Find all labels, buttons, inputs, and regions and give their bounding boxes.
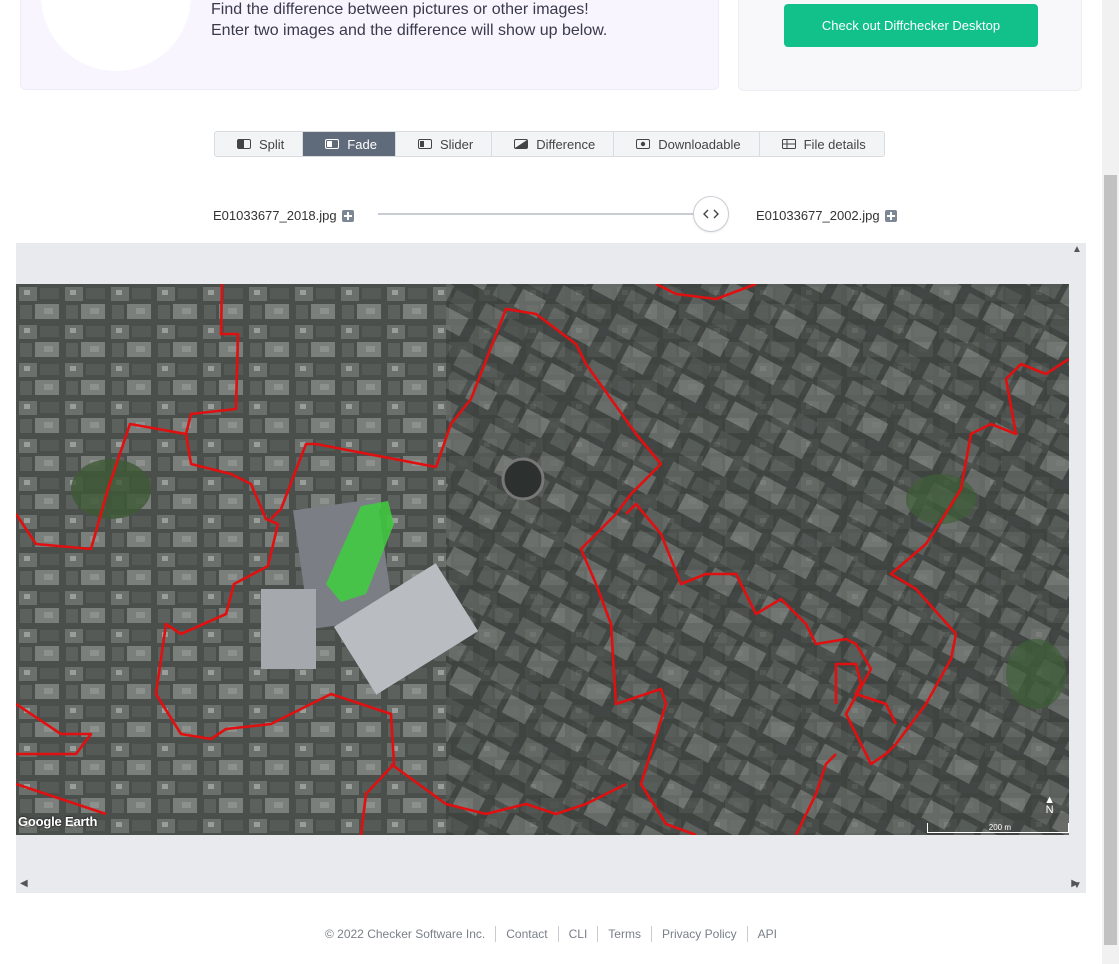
right-file: E01033677_2002.jpg xyxy=(756,208,897,223)
camera-icon xyxy=(636,139,651,149)
tab-label: Downloadable xyxy=(658,136,741,152)
tab-label: File details xyxy=(803,136,866,152)
tab-label: Split xyxy=(259,136,285,152)
scroll-right-icon[interactable]: ▶ xyxy=(1071,878,1079,889)
hero-panel: Find the difference between pictures or … xyxy=(20,0,719,90)
hero-line-1: Find the difference between pictures or … xyxy=(211,1,589,18)
tab-label: Slider xyxy=(439,136,474,152)
page-scrollbar-thumb[interactable] xyxy=(1104,175,1117,945)
add-image-icon[interactable] xyxy=(341,209,354,222)
tab-downloadable[interactable]: Downloadable xyxy=(614,132,760,156)
north-label: N xyxy=(1045,804,1054,816)
north-indicator: ▲ N xyxy=(1044,795,1055,816)
image-viewer[interactable]: Google Earth ▲ N 200 m ▲ ▼ ◀ ▶ xyxy=(16,243,1086,893)
footer-link-privacy[interactable]: Privacy Policy xyxy=(652,927,747,941)
page-footer: © 2022 Checker Software Inc. Contact CLI… xyxy=(0,926,1102,942)
difference-icon xyxy=(514,139,529,149)
hero-description: Find the difference between pictures or … xyxy=(211,0,607,41)
fade-slider-handle[interactable] xyxy=(693,196,729,232)
chevrons-horizontal-icon xyxy=(703,209,719,219)
fade-slider-track[interactable] xyxy=(378,213,710,215)
copyright-text: © 2022 Checker Software Inc. xyxy=(324,927,486,941)
right-file-name: E01033677_2002.jpg xyxy=(756,208,880,223)
tab-slider[interactable]: Slider xyxy=(396,132,493,156)
hero-illustration xyxy=(41,0,191,71)
map-attribution: Google Earth xyxy=(18,814,98,829)
tab-label: Fade xyxy=(347,136,377,152)
footer-link-cli[interactable]: CLI xyxy=(559,927,598,941)
slider-icon xyxy=(417,139,432,149)
footer-link-terms[interactable]: Terms xyxy=(598,927,651,941)
viewer-vertical-scrollbar[interactable]: ▲ ▼ xyxy=(1069,243,1086,891)
map-scale-label: 200 m xyxy=(988,823,1011,832)
left-file-name: E01033677_2018.jpg xyxy=(213,208,337,223)
tab-split[interactable]: Split xyxy=(215,132,304,156)
tab-fade[interactable]: Fade xyxy=(303,132,396,156)
desktop-promo-button[interactable]: Check out Diffchecker Desktop xyxy=(784,4,1038,47)
compared-image: Google Earth ▲ N 200 m xyxy=(16,284,1069,835)
view-mode-tabs: Split Fade Slider Difference Downloadabl… xyxy=(214,131,885,157)
footer-link-api[interactable]: API xyxy=(748,927,787,941)
footer-link-contact[interactable]: Contact xyxy=(496,927,557,941)
scroll-left-icon[interactable]: ◀ xyxy=(20,878,28,889)
tab-file-details[interactable]: File details xyxy=(760,132,884,156)
hero-line-2: Enter two images and the difference will… xyxy=(211,22,608,39)
table-icon xyxy=(781,139,796,149)
tab-label: Difference xyxy=(536,136,596,152)
split-icon xyxy=(237,139,251,149)
page-scrollbar[interactable] xyxy=(1102,0,1119,964)
viewer-horizontal-scrollbar[interactable]: ◀ ▶ xyxy=(16,876,1079,893)
fade-icon xyxy=(325,139,340,149)
add-image-icon[interactable] xyxy=(884,209,897,222)
aerial-map-image xyxy=(16,284,1069,835)
left-file: E01033677_2018.jpg xyxy=(213,208,354,223)
promo-panel: Check out Diffchecker Desktop xyxy=(738,0,1082,91)
scroll-up-icon[interactable]: ▲ xyxy=(1072,244,1082,255)
tab-difference[interactable]: Difference xyxy=(492,132,615,156)
